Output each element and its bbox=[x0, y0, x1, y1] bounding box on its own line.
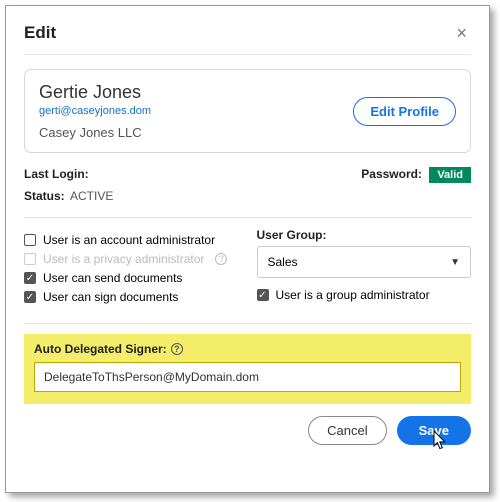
user-group-label: User Group: bbox=[257, 228, 472, 242]
edit-profile-button[interactable]: Edit Profile bbox=[353, 97, 456, 126]
status-label: Status: bbox=[24, 189, 65, 203]
meta-section: Last Login: Password: Valid Status: ACTI… bbox=[24, 167, 471, 203]
profile-info: Gertie Jones gerti@caseyjones.dom Casey … bbox=[39, 82, 151, 140]
help-icon[interactable]: ? bbox=[171, 343, 183, 355]
checkbox-label: User is a group administrator bbox=[276, 288, 430, 302]
checkbox-can-sign[interactable]: ✓ User can sign documents bbox=[24, 290, 239, 304]
permissions-left: User is an account administrator User is… bbox=[24, 228, 239, 309]
footer: Cancel Save bbox=[24, 416, 471, 445]
close-icon[interactable]: × bbox=[452, 22, 471, 44]
password: Password: Valid bbox=[361, 167, 471, 181]
auto-delegate-label-row: Auto Delegated Signer: ? bbox=[34, 342, 461, 356]
last-login-label: Last Login: bbox=[24, 167, 89, 181]
auto-delegate-section: Auto Delegated Signer: ? bbox=[24, 334, 471, 404]
auto-delegate-input[interactable] bbox=[34, 362, 461, 392]
checkbox-label: User is a privacy administrator bbox=[43, 252, 204, 266]
password-label: Password: bbox=[361, 167, 422, 181]
checkbox-account-admin[interactable]: User is an account administrator bbox=[24, 233, 239, 247]
help-icon[interactable]: ? bbox=[215, 253, 227, 265]
checkbox-privacy-admin: User is a privacy administrator ? bbox=[24, 252, 239, 266]
checkbox-label: User can sign documents bbox=[43, 290, 178, 304]
auto-delegate-label: Auto Delegated Signer: bbox=[34, 342, 167, 356]
modal-header: Edit × bbox=[24, 22, 471, 55]
checkbox-icon bbox=[24, 234, 36, 246]
user-group-value: Sales bbox=[268, 255, 298, 269]
edit-user-modal: Edit × Gertie Jones gerti@caseyjones.dom… bbox=[5, 5, 490, 493]
meta-row-1: Last Login: Password: Valid bbox=[24, 167, 471, 181]
profile-card: Gertie Jones gerti@caseyjones.dom Casey … bbox=[24, 69, 471, 153]
save-button[interactable]: Save bbox=[397, 416, 471, 445]
permissions-section: User is an account administrator User is… bbox=[24, 228, 471, 309]
last-login: Last Login: bbox=[24, 167, 89, 181]
chevron-down-icon: ▼ bbox=[450, 257, 460, 268]
user-group-select[interactable]: Sales ▼ bbox=[257, 246, 472, 278]
password-badge: Valid bbox=[429, 167, 471, 183]
user-email-link[interactable]: gerti@caseyjones.dom bbox=[39, 105, 151, 117]
cancel-button[interactable]: Cancel bbox=[308, 416, 386, 445]
divider-2 bbox=[24, 323, 471, 324]
divider-1 bbox=[24, 217, 471, 218]
checkbox-icon bbox=[24, 253, 36, 265]
checkbox-label: User can send documents bbox=[43, 271, 182, 285]
checkbox-icon: ✓ bbox=[24, 272, 36, 284]
modal-title: Edit bbox=[24, 23, 56, 43]
status-row: Status: ACTIVE bbox=[24, 189, 471, 203]
checkbox-label: User is an account administrator bbox=[43, 233, 215, 247]
checkbox-group-admin[interactable]: ✓ User is a group administrator bbox=[257, 288, 472, 302]
status-value: ACTIVE bbox=[70, 189, 113, 203]
permissions-right: User Group: Sales ▼ ✓ User is a group ad… bbox=[257, 228, 472, 309]
user-name: Gertie Jones bbox=[39, 82, 151, 103]
checkbox-icon: ✓ bbox=[257, 289, 269, 301]
checkbox-icon: ✓ bbox=[24, 291, 36, 303]
user-company: Casey Jones LLC bbox=[39, 125, 151, 140]
checkbox-can-send[interactable]: ✓ User can send documents bbox=[24, 271, 239, 285]
